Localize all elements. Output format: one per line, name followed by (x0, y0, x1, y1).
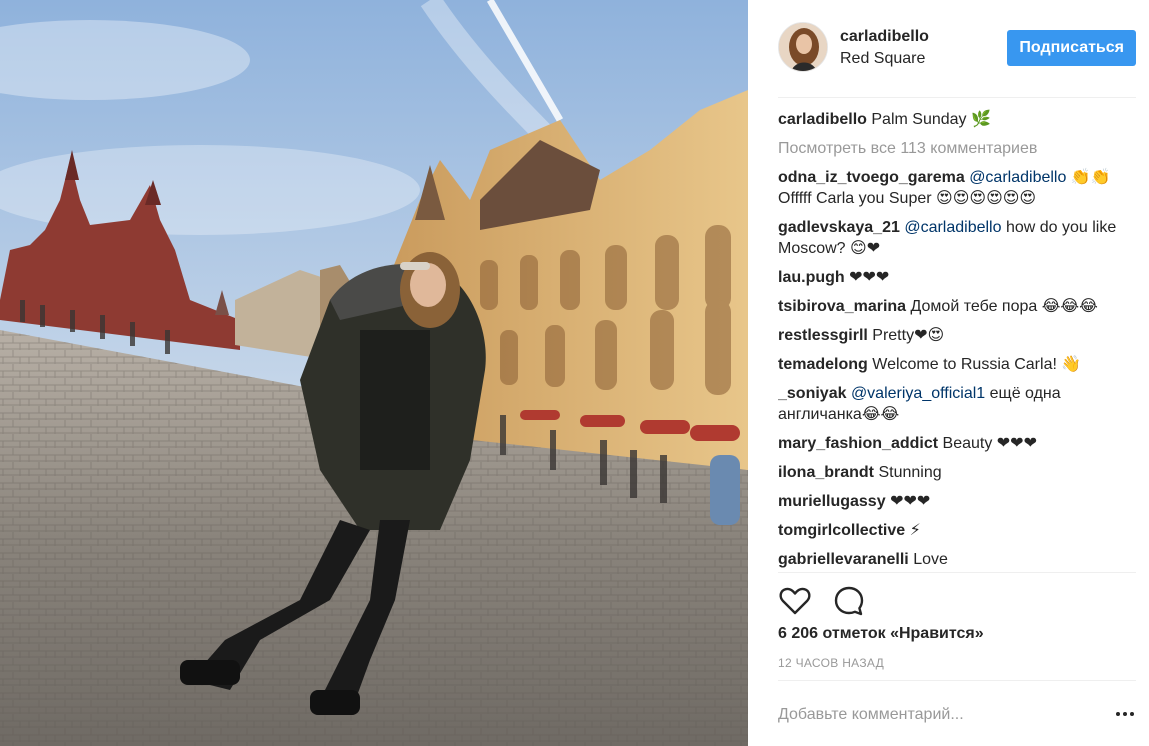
caption: carladibello Palm Sunday 🌿 (778, 109, 1136, 130)
comment-username[interactable]: odna_iz_tvoego_garema (778, 169, 965, 186)
comment: temadelong Welcome to Russia Carla! 👋 (778, 354, 1136, 375)
comment-username[interactable]: tomgirlcollective (778, 522, 905, 539)
post-header: carladibello Red Square Подписаться (778, 22, 1136, 74)
comment-text: Love (913, 551, 948, 568)
comment-text: ❤❤❤ (849, 269, 890, 286)
comment-username[interactable]: lau.pugh (778, 269, 845, 286)
comment-username[interactable]: ilona_brandt (778, 464, 874, 481)
comment: restlessgirll Pretty❤😍 (778, 325, 1136, 346)
comment-text: ⚡ (909, 522, 921, 539)
comment-text: Stunning (878, 464, 942, 481)
avatar-image (779, 23, 827, 71)
author-avatar[interactable] (778, 22, 828, 72)
comment: gabriellevaranelli Love (778, 549, 1136, 570)
comment-text: ❤❤❤ (890, 493, 931, 510)
comment-bubble-icon[interactable] (832, 584, 866, 618)
post-photo[interactable] (0, 0, 748, 746)
view-all-comments-link[interactable]: Посмотреть все 113 комментариев (778, 138, 1136, 159)
comment-text: Beauty ❤❤❤ (942, 435, 1037, 452)
comment: gadlevskaya_21 @carladibello how do you … (778, 217, 1136, 259)
red-square-photo (0, 0, 748, 746)
divider (778, 572, 1136, 573)
caption-text: Palm Sunday 🌿 (871, 111, 991, 128)
comment-username[interactable]: _soniyak (778, 385, 846, 402)
comments-list[interactable]: carladibello Palm Sunday 🌿 Посмотреть вс… (778, 109, 1136, 571)
comment-username[interactable]: restlessgirll (778, 327, 868, 344)
comment: _soniyak @valeriya_official1 ещё одна ан… (778, 383, 1136, 425)
comment: odna_iz_tvoego_garema @carladibello 👏👏Of… (778, 167, 1136, 209)
divider (778, 680, 1136, 681)
comment: ilona_brandt Stunning (778, 462, 1136, 483)
post-actions (778, 584, 882, 618)
comment-username[interactable]: mary_fashion_addict (778, 435, 938, 452)
post-location[interactable]: Red Square (840, 50, 925, 68)
add-comment-input[interactable] (778, 700, 1098, 730)
comment-mention[interactable]: @carladibello (969, 169, 1066, 186)
comment: lau.pugh ❤❤❤ (778, 267, 1136, 288)
comment-mention[interactable]: @carladibello (904, 219, 1001, 236)
heart-icon[interactable] (778, 584, 812, 618)
comment-mention[interactable]: @valeriya_official1 (851, 385, 985, 402)
comment-username[interactable]: gadlevskaya_21 (778, 219, 900, 236)
comment-username[interactable]: muriellugassy (778, 493, 886, 510)
follow-button[interactable]: Подписаться (1007, 30, 1136, 66)
divider (778, 97, 1136, 98)
comment: tomgirlcollective ⚡ (778, 520, 1136, 541)
comment-text: Pretty❤😍 (872, 327, 945, 344)
comment-username[interactable]: temadelong (778, 356, 868, 373)
add-comment-bar (778, 700, 1136, 730)
post-timestamp[interactable]: 12 ЧАСОВ НАЗАД (778, 656, 884, 670)
comment-username[interactable]: gabriellevaranelli (778, 551, 909, 568)
comment: mary_fashion_addict Beauty ❤❤❤ (778, 433, 1136, 454)
comment-text: Домой тебе пора 😂😂😂 (910, 298, 1098, 315)
author-username[interactable]: carladibello (840, 28, 929, 46)
comment-username[interactable]: tsibirova_marina (778, 298, 906, 315)
likes-count[interactable]: 6 206 отметок «Нравится» (778, 625, 984, 643)
post-side-panel: carladibello Red Square Подписаться carl… (748, 0, 1149, 746)
more-options-icon[interactable] (1114, 704, 1136, 724)
comment: muriellugassy ❤❤❤ (778, 491, 1136, 512)
comment: tsibirova_marina Домой тебе пора 😂😂😂 (778, 296, 1136, 317)
caption-username[interactable]: carladibello (778, 111, 867, 128)
comment-text: Welcome to Russia Carla! 👋 (872, 356, 1082, 373)
